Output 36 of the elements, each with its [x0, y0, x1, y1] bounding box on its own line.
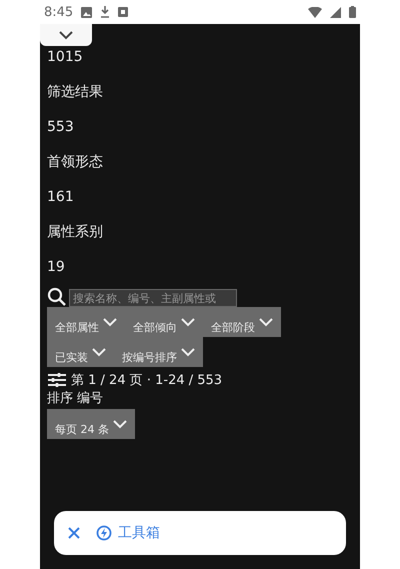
sort-label: 排序 编号 — [47, 390, 104, 407]
signal-icon — [330, 6, 341, 18]
filter-dropdown[interactable]: 已实装 — [47, 337, 114, 367]
clock-time: 8:45 — [44, 4, 74, 20]
stat-text: 161 — [47, 188, 75, 207]
stat-text: 筛选结果 — [47, 83, 104, 102]
stat-text: 1015 — [47, 48, 84, 67]
chevron-down-icon — [103, 318, 117, 326]
pager-text: 第 1 / 24 页 · 1-24 / 553 — [71, 372, 222, 389]
download-icon — [100, 6, 110, 18]
toolbox-button[interactable]: 工具箱 — [96, 524, 160, 542]
chevron-down-icon — [181, 318, 195, 326]
chevron-down-icon — [59, 30, 73, 40]
stat-text: 553 — [47, 118, 75, 137]
lightning-icon — [96, 525, 112, 541]
battery-icon — [349, 6, 356, 18]
collapse-tab[interactable] — [40, 24, 92, 46]
chevron-down-icon — [92, 348, 106, 356]
filter-dropdown[interactable]: 全部倾向 — [125, 307, 203, 337]
chevron-down-icon — [181, 348, 195, 356]
stat-text: 19 — [47, 258, 66, 277]
close-icon[interactable] — [68, 527, 80, 539]
sliders-icon — [47, 372, 67, 388]
search-icon — [47, 287, 67, 307]
app-icon — [118, 7, 128, 17]
chevron-down-icon — [259, 318, 273, 326]
page-size-dropdown[interactable]: 每页 24 条 — [47, 409, 135, 439]
image-icon — [81, 6, 92, 18]
stat-text: 首领形态 — [47, 153, 104, 172]
filter-dropdown[interactable]: 按编号排序 — [114, 337, 203, 367]
wifi-icon — [308, 6, 322, 18]
search-field[interactable]: 搜索名称、编号、主副属性或 — [69, 289, 237, 307]
filter-dropdown[interactable]: 全部阶段 — [203, 307, 281, 337]
filter-dropdown[interactable]: 全部属性 — [47, 307, 125, 337]
stat-text: 属性系别 — [47, 223, 104, 242]
chevron-down-icon — [113, 420, 127, 428]
